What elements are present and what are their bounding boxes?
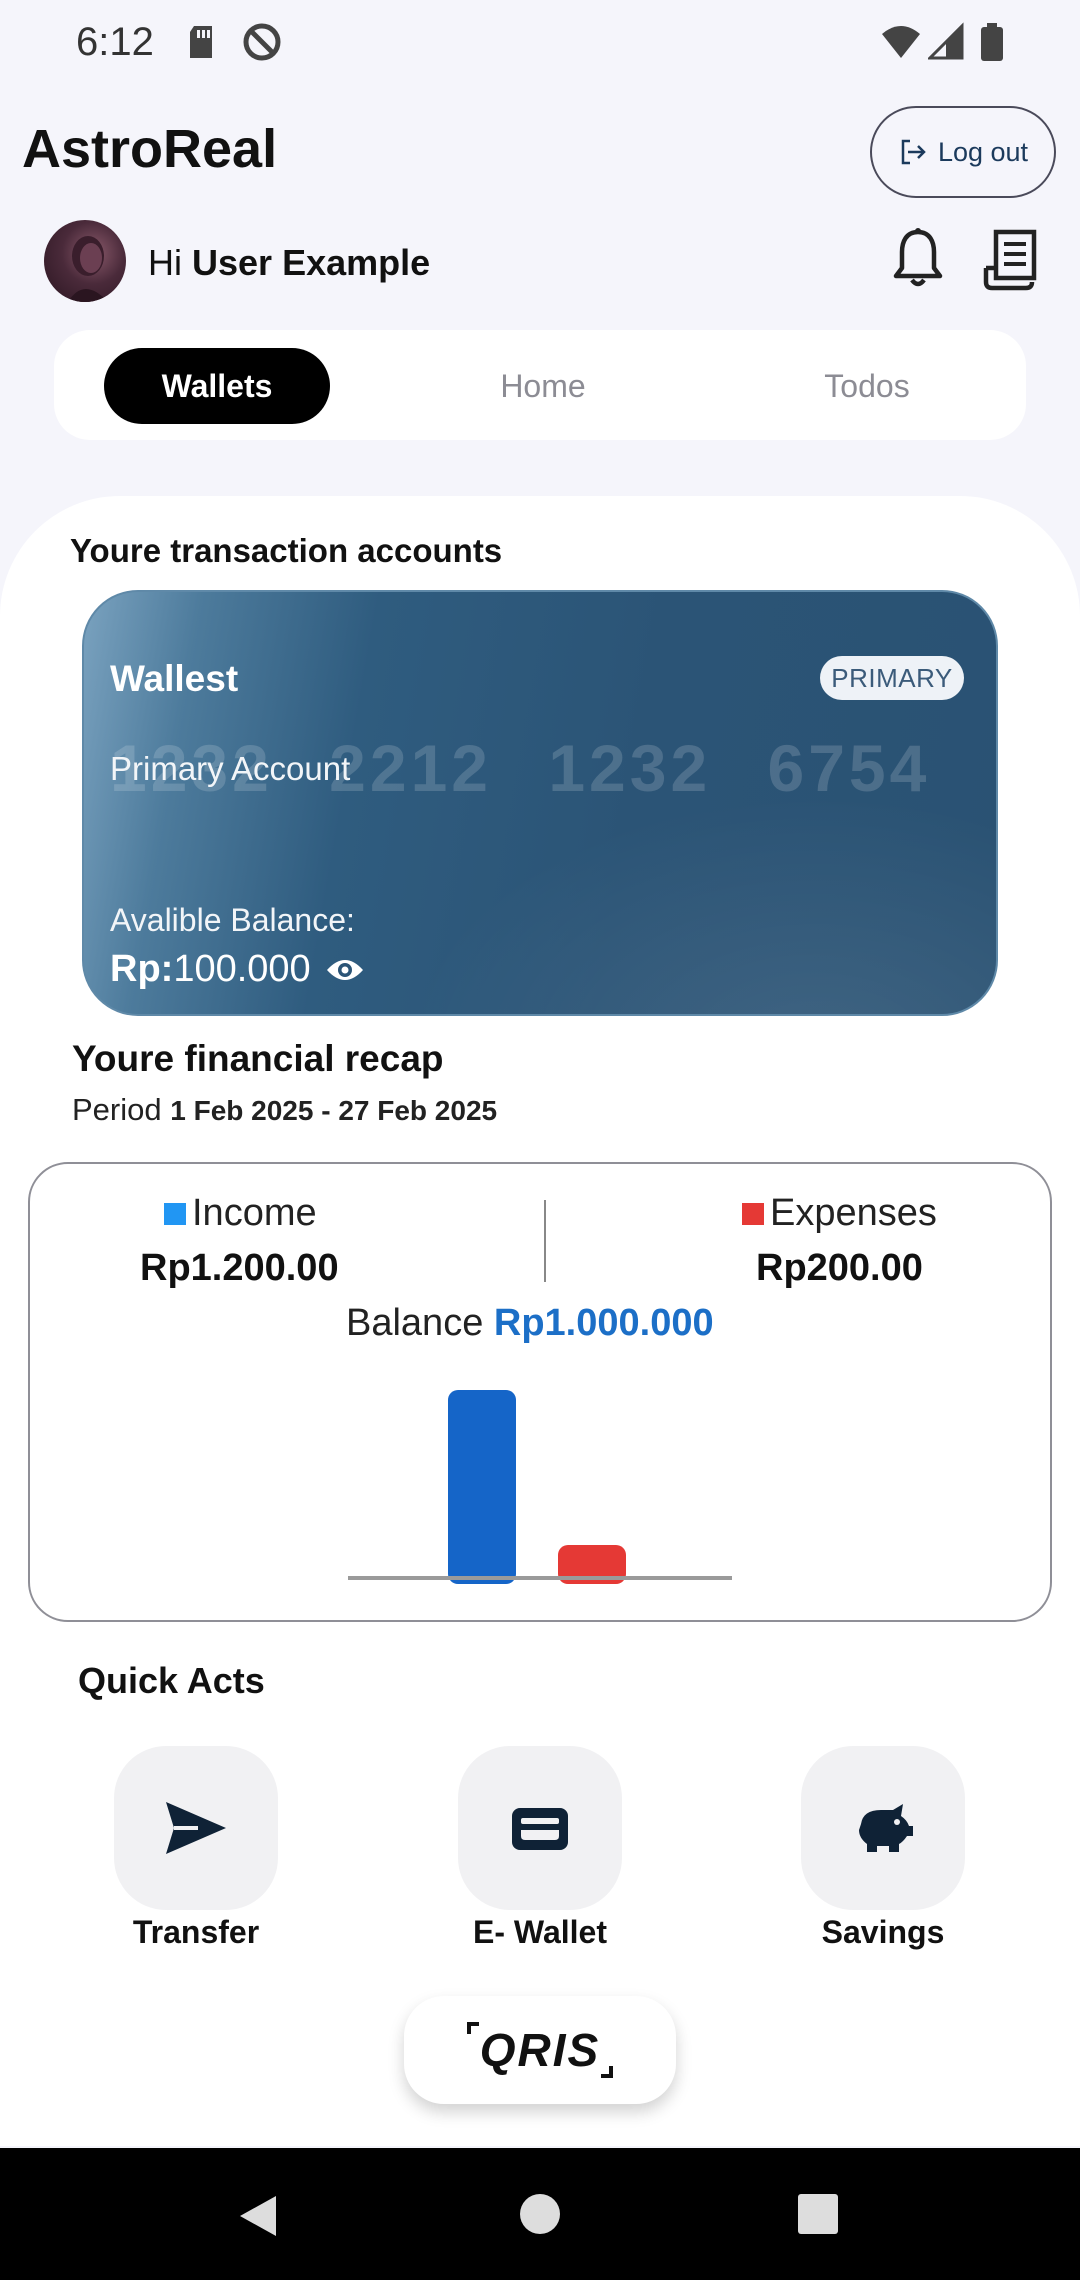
wallet-icon — [512, 1808, 568, 1850]
sd-card-icon — [190, 26, 212, 58]
e-wallet-label: E- Wallet — [473, 1914, 607, 1950]
user-name: User Example — [192, 242, 431, 283]
expenses-legend: Expenses — [742, 1192, 937, 1235]
card-account-type: Primary Account — [110, 750, 351, 787]
expenses-label: Expenses — [770, 1192, 937, 1234]
do-not-disturb-icon — [243, 23, 281, 61]
income-label: Income — [192, 1192, 317, 1234]
back-icon[interactable] — [236, 2192, 280, 2240]
expenses-legend-swatch — [742, 1202, 764, 1225]
quick-acts-title: Quick Acts — [78, 1660, 265, 1701]
avatar-image — [68, 236, 108, 302]
status-time: 6:12 — [76, 20, 154, 64]
primary-badge: PRIMARY — [820, 656, 964, 700]
status-bar: 6:12 — [0, 0, 1080, 88]
period-range: 1 Feb 2025 - 27 Feb 2025 — [170, 1095, 498, 1126]
logout-label: Log out — [937, 136, 1029, 167]
recap-divider — [544, 1200, 546, 1282]
home-icon[interactable] — [518, 2192, 562, 2236]
card-balance: Rp:100.000 — [110, 948, 365, 991]
logout-icon — [901, 139, 926, 165]
app-title: AstroReal — [22, 119, 278, 179]
qris-button[interactable]: QRIS — [404, 1996, 676, 2104]
avatar[interactable] — [44, 220, 126, 302]
cell-signal-icon — [928, 22, 964, 60]
tab-todos[interactable]: Todos — [754, 348, 980, 424]
balance-label: Balance — [346, 1302, 484, 1344]
qris-label: QRIS — [480, 2024, 600, 2076]
balance-summary: Balance Rp1.000.000 — [346, 1302, 714, 1345]
transfer-label: Transfer — [132, 1914, 260, 1950]
system-nav-bar — [0, 2148, 1080, 2280]
receipt-icon[interactable] — [982, 0, 1040, 64]
tab-bar: Wallets Home Todos — [54, 330, 1026, 440]
balance-currency: Rp: — [110, 948, 174, 990]
greeting-prefix: Hi — [148, 242, 182, 283]
recap-title: Youre financial recap — [72, 1038, 444, 1079]
transfer-button[interactable] — [114, 1746, 278, 1910]
savings-button[interactable] — [801, 1746, 965, 1910]
account-card[interactable]: 1232 2212 1232 6754 Wallest PRIMARY Prim… — [82, 590, 998, 1016]
balance-value: Rp1.000.000 — [493, 1302, 714, 1344]
greeting: Hi User Example — [148, 242, 430, 284]
send-icon — [166, 1802, 226, 1854]
tab-wallets[interactable]: Wallets — [104, 348, 330, 424]
chart-bar-income — [448, 1390, 516, 1584]
receipt-icon[interactable] — [982, 228, 1040, 292]
recap-period: Period 1 Feb 2025 - 27 Feb 2025 — [72, 1092, 497, 1128]
balance-value: 100.000 — [173, 948, 311, 990]
bell-icon[interactable] — [890, 226, 946, 290]
wifi-icon — [882, 26, 920, 58]
savings-label: Savings — [821, 1914, 945, 1950]
logout-button[interactable]: Log out — [870, 106, 1056, 198]
qris-logo: QRIS — [467, 2022, 613, 2078]
accounts-title: Youre transaction accounts — [70, 532, 503, 569]
income-legend-swatch — [164, 1202, 186, 1225]
period-label: Period — [72, 1092, 162, 1127]
income-value: Rp1.200.00 — [140, 1247, 339, 1289]
recents-icon[interactable] — [796, 2192, 840, 2236]
card-name: Wallest — [110, 658, 239, 699]
piggy-bank-icon — [859, 1804, 913, 1852]
income-legend: Income — [164, 1192, 317, 1235]
balance-label: Avalible Balance: — [110, 902, 355, 938]
eye-icon[interactable] — [325, 956, 365, 984]
tab-home[interactable]: Home — [430, 348, 656, 424]
expenses-value: Rp200.00 — [756, 1247, 923, 1289]
recap-bar-chart — [348, 1390, 732, 1584]
e-wallet-button[interactable] — [458, 1746, 622, 1910]
